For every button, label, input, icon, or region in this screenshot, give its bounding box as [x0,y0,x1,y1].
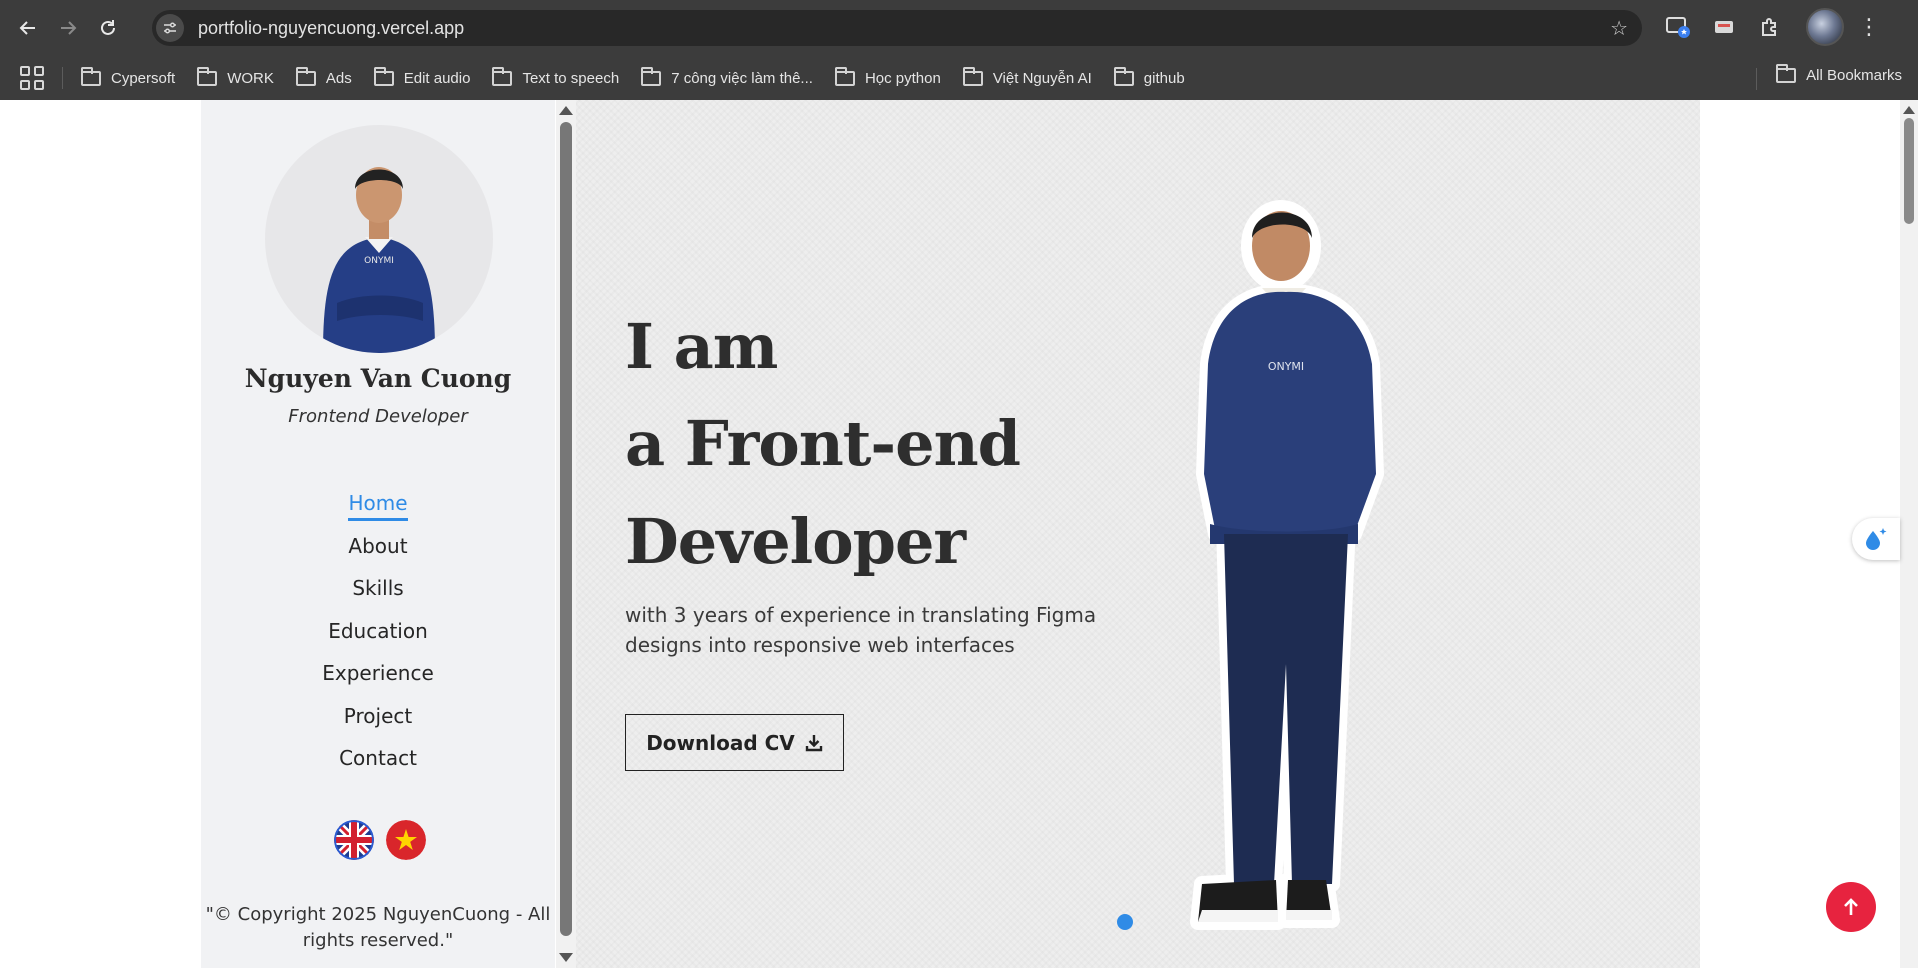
site-info-icon[interactable] [156,14,184,42]
browser-chrome: portfolio-nguyencuong.vercel.app ☆ ⋮ Cyp… [0,0,1918,100]
folder-icon [81,66,101,86]
nav-experience[interactable]: Experience [201,652,555,695]
profile-avatar[interactable] [1806,8,1844,46]
download-icon [805,734,822,751]
hero-portrait: ONYMI [1190,200,1384,930]
bookmark-folder[interactable]: 7 công việc làm thê... [641,66,813,87]
browser-toolbar: portfolio-nguyencuong.vercel.app ☆ ⋮ [0,0,1918,56]
bookmark-folder[interactable]: Việt Nguyễn AI [962,66,1092,87]
sidebar-nav: Home About Skills Education Experience P… [201,482,555,780]
nav-education[interactable]: Education [201,610,555,653]
browser-menu-icon[interactable]: ⋮ [1858,15,1880,40]
url-text: portfolio-nguyencuong.vercel.app [198,17,465,38]
svg-text:ONYMI: ONYMI [1268,360,1304,373]
address-bar[interactable]: portfolio-nguyencuong.vercel.app ☆ [152,10,1642,46]
hero-subtitle: with 3 years of experience in translatin… [625,603,1097,657]
hero-section: I am a Front-end Developer with 3 years … [576,100,1700,968]
arrow-left-icon [19,21,35,35]
profile-role: Frontend Developer [288,406,468,427]
forward-button[interactable] [48,8,88,48]
page-viewport: ONYMI Nguyen Van Cuong Frontend Develope… [0,100,1918,968]
sidebar-scrollbar[interactable] [556,100,576,968]
scrollbar-thumb[interactable] [560,122,572,936]
page-scrollbar[interactable] [1900,100,1918,968]
bookmark-folder[interactable]: Học python [834,66,941,87]
vietnam-flag-icon[interactable] [386,820,426,860]
folder-icon [641,66,662,86]
reload-icon [101,20,115,35]
bookmark-folder[interactable]: github [1113,66,1185,87]
hero-heading-line-1: I am [625,310,778,383]
uk-flag-icon[interactable] [334,820,374,860]
nav-home[interactable]: Home [201,482,555,525]
scroll-down-arrow-icon[interactable] [559,953,573,962]
bookmark-star-icon[interactable]: ☆ [1610,16,1628,40]
scroll-up-arrow-icon[interactable] [1903,106,1915,114]
tab-search-extension-icon[interactable] [1662,11,1694,43]
arrow-up-icon [1844,898,1858,915]
nav-project[interactable]: Project [201,695,555,738]
puzzle-extensions-icon[interactable] [1754,11,1786,43]
svg-text:ONYMI: ONYMI [364,256,394,266]
folder-icon [492,66,513,86]
floating-helper-button[interactable] [1852,518,1900,560]
bookmarks-divider [1756,68,1757,90]
folder-icon [1113,66,1134,86]
bookmark-folder[interactable]: Cypersoft [81,66,175,87]
nav-skills[interactable]: Skills [201,567,555,610]
bookmark-folder[interactable]: WORK [197,66,274,87]
back-to-top-button[interactable] [1826,882,1876,932]
hero-heading-line-2: a Front-end [625,407,1021,480]
all-bookmarks-button[interactable]: All Bookmarks [1776,64,1902,84]
profile-photo: ONYMI [265,125,493,353]
scroll-up-arrow-icon[interactable] [559,106,573,115]
profile-name: Nguyen Van Cuong [244,364,512,393]
carousel-dot[interactable] [1117,914,1133,930]
bookmark-folder[interactable]: Edit audio [373,66,470,87]
copyright-text: "© Copyright 2025 NguyenCuong - All righ… [205,904,551,951]
download-cv-button[interactable]: Download CV [625,714,844,771]
sidebar: ONYMI Nguyen Van Cuong Frontend Develope… [201,100,555,968]
folder-icon [834,66,855,86]
folder-icon [962,66,983,86]
bookmarks-bar: Cypersoft WORK Ads Edit audio Text to sp… [0,56,1918,100]
reload-button[interactable] [88,8,128,48]
folder-icon [295,66,316,86]
nav-contact[interactable]: Contact [201,737,555,780]
arrow-right-icon [61,21,77,35]
extension-icon[interactable] [1708,11,1740,43]
folder-icon [373,66,394,86]
water-drop-sparkle-icon [1866,528,1887,550]
folder-icon [1776,64,1797,83]
bookmark-folder[interactable]: Ads [295,66,352,87]
bookmark-folder[interactable]: Text to speech [492,66,619,87]
extensions-area: ⋮ [1662,8,1880,46]
hero-heading-line-3: Developer [625,505,966,578]
back-button[interactable] [8,8,48,48]
folder-icon [197,66,218,86]
nav-about[interactable]: About [201,525,555,568]
language-switcher [334,820,426,860]
bookmarks-divider [62,67,63,89]
apps-grid-icon[interactable] [20,66,44,90]
scrollbar-thumb[interactable] [1904,118,1914,224]
